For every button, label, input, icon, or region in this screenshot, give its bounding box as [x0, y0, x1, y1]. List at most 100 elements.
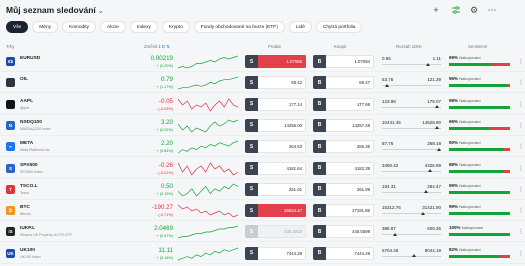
filter-chip[interactable]: Vše	[6, 21, 29, 33]
buy-price[interactable]: 261.99	[326, 182, 374, 196]
sell-control[interactable]: S 1.07085	[245, 55, 306, 68]
filter-chip[interactable]: Komodity	[62, 21, 97, 33]
row-menu-icon[interactable]: ⋮	[518, 58, 524, 65]
filter-chip[interactable]: Krypto	[161, 21, 190, 33]
table-row[interactable]: T TSCO.L Tesco 0.50 + (0.19%) S 261.01 B…	[0, 179, 525, 200]
sell-button[interactable]: S	[245, 140, 258, 154]
chevron-down-icon[interactable]: ⌄	[98, 8, 104, 15]
row-menu-icon[interactable]: ⋮	[518, 250, 524, 257]
table-row[interactable]: iS IUKP.L iShares UK Property UCITS ETF …	[0, 221, 525, 243]
sell-control[interactable]: S 177.14	[245, 97, 306, 111]
buy-button[interactable]: B	[313, 182, 326, 196]
sell-price[interactable]: 264.53	[258, 140, 306, 154]
buy-button[interactable]: B	[313, 76, 326, 90]
sell-price[interactable]: 14255.00	[258, 118, 306, 132]
sort-icon[interactable]: ⇅	[166, 44, 170, 49]
buy-control[interactable]: B 4182.39	[313, 161, 374, 175]
buy-control[interactable]: B 7444.29	[313, 246, 374, 260]
sell-control[interactable]: S 26634.47	[245, 204, 306, 218]
sell-price[interactable]: 26634.47	[258, 204, 306, 218]
instrument-symbol[interactable]: BTC	[20, 205, 30, 210]
buy-price[interactable]: 265.35	[326, 140, 374, 154]
buy-control[interactable]: B 177.69	[313, 97, 374, 111]
row-menu-icon[interactable]: ⋮	[518, 186, 524, 193]
buy-button[interactable]: B	[313, 55, 326, 68]
row-menu-icon[interactable]: ⋮	[518, 165, 524, 172]
sell-control[interactable]: S 4181.64	[245, 161, 306, 175]
sell-button[interactable]: S	[245, 182, 258, 196]
filter-chip[interactable]: Fondy obchodované na burze (ETF)	[193, 21, 285, 33]
row-menu-icon[interactable]: ⋮	[518, 122, 524, 129]
buy-price[interactable]: 177.69	[326, 97, 374, 111]
sell-button[interactable]: S	[245, 76, 258, 90]
more-icon[interactable]: ⋯	[487, 5, 497, 15]
buy-control[interactable]: B 27191.86	[313, 204, 374, 218]
buy-control[interactable]: B 14257.48	[313, 118, 374, 132]
sell-price[interactable]: 438.4910	[258, 225, 306, 239]
sell-price[interactable]: 261.01	[258, 182, 306, 196]
instrument-symbol[interactable]: NSDQ100	[20, 120, 42, 125]
buy-control[interactable]: B 440.5599	[313, 225, 374, 239]
instrument-symbol[interactable]: EURUSD	[20, 56, 40, 61]
sell-control[interactable]: S 7444.29	[245, 246, 306, 260]
sell-price[interactable]: 177.14	[258, 97, 306, 111]
column-header-change[interactable]: Změnit 1 D ⇅	[144, 44, 170, 50]
buy-price[interactable]: 440.5599	[326, 225, 374, 239]
sell-control[interactable]: S 438.4910	[245, 225, 306, 239]
buy-button[interactable]: B	[313, 204, 326, 218]
buy-control[interactable]: B 265.35	[313, 140, 374, 154]
filter-chip[interactable]: Lidé	[288, 21, 312, 33]
buy-control[interactable]: B 261.99	[313, 182, 374, 196]
buy-price[interactable]: 68.47	[326, 76, 374, 90]
add-icon[interactable]: +	[431, 5, 441, 15]
column-header-change-period[interactable]: 1 D	[158, 44, 165, 49]
table-row[interactable]: €$ EURUSD 0.00219 + (0.20%) S 1.07085 B …	[0, 51, 525, 72]
filter-chip[interactable]: Chytrá portfolia	[315, 21, 363, 33]
sell-button[interactable]: S	[245, 118, 258, 132]
buy-button[interactable]: B	[313, 161, 326, 175]
buy-button[interactable]: B	[313, 246, 326, 260]
sell-button[interactable]: S	[245, 161, 258, 175]
row-menu-icon[interactable]: ⋮	[518, 79, 524, 86]
settings-icon[interactable]: ⚙	[469, 5, 479, 15]
table-row[interactable]: OIL 0.79 + (1.17%) S 68.42 B 68.47 63.76…	[0, 72, 525, 94]
table-row[interactable]: S SPX500 SPX500 Index -0.26 - (-0.01%) S…	[0, 158, 525, 179]
filter-chip[interactable]: Mény	[32, 21, 59, 33]
instrument-symbol[interactable]: UK100	[20, 248, 35, 253]
buy-button[interactable]: B	[313, 140, 326, 154]
buy-price[interactable]: 27191.86	[326, 204, 374, 218]
row-menu-icon[interactable]: ⋮	[518, 143, 524, 150]
instrument-symbol[interactable]: OIL	[20, 77, 28, 82]
sell-control[interactable]: S 68.42	[245, 76, 306, 90]
sell-button[interactable]: S	[245, 246, 258, 260]
instrument-symbol[interactable]: AAPL	[20, 99, 33, 104]
sliders-icon[interactable]	[451, 5, 461, 15]
table-row[interactable]: N NSDQ100 NASDAQ100 Index 3.20 + (0.02%)…	[0, 115, 525, 136]
instrument-symbol[interactable]: META	[20, 141, 33, 146]
instrument-symbol[interactable]: IUKP.L	[20, 226, 35, 231]
table-row[interactable]: ∞ META Meta Platforms Inc 2.20 + (0.84%)…	[0, 136, 525, 158]
filter-chip[interactable]: Akcie	[100, 21, 126, 33]
sell-price[interactable]: 1.07085	[258, 55, 306, 68]
instrument-symbol[interactable]: SPX500	[20, 163, 38, 168]
sell-control[interactable]: S 264.53	[245, 140, 306, 154]
row-menu-icon[interactable]: ⋮	[518, 101, 524, 108]
instrument-symbol[interactable]: TSCO.L	[20, 184, 38, 189]
sell-button[interactable]: S	[245, 225, 258, 239]
sell-button[interactable]: S	[245, 55, 258, 68]
sell-button[interactable]: S	[245, 204, 258, 218]
sell-price[interactable]: 68.42	[258, 76, 306, 90]
sell-control[interactable]: S 261.01	[245, 182, 306, 196]
buy-button[interactable]: B	[313, 225, 326, 239]
sell-price[interactable]: 4181.64	[258, 161, 306, 175]
table-row[interactable]: AAPL Apple -0.05 - (-0.03%) S 177.14 B 1…	[0, 94, 525, 115]
page-title[interactable]: Můj seznam sledování ⌄	[6, 5, 104, 15]
buy-price[interactable]: 7444.29	[326, 246, 374, 260]
row-menu-icon[interactable]: ⋮	[518, 228, 524, 235]
buy-price[interactable]: 4182.39	[326, 161, 374, 175]
sell-control[interactable]: S 14255.00	[245, 118, 306, 132]
sell-button[interactable]: S	[245, 97, 258, 111]
buy-control[interactable]: B 1.07094	[313, 55, 374, 68]
row-menu-icon[interactable]: ⋮	[518, 207, 524, 214]
table-row[interactable]: UK UK100 UK100 Index 11.11 + (0.15%) S 7…	[0, 243, 525, 264]
